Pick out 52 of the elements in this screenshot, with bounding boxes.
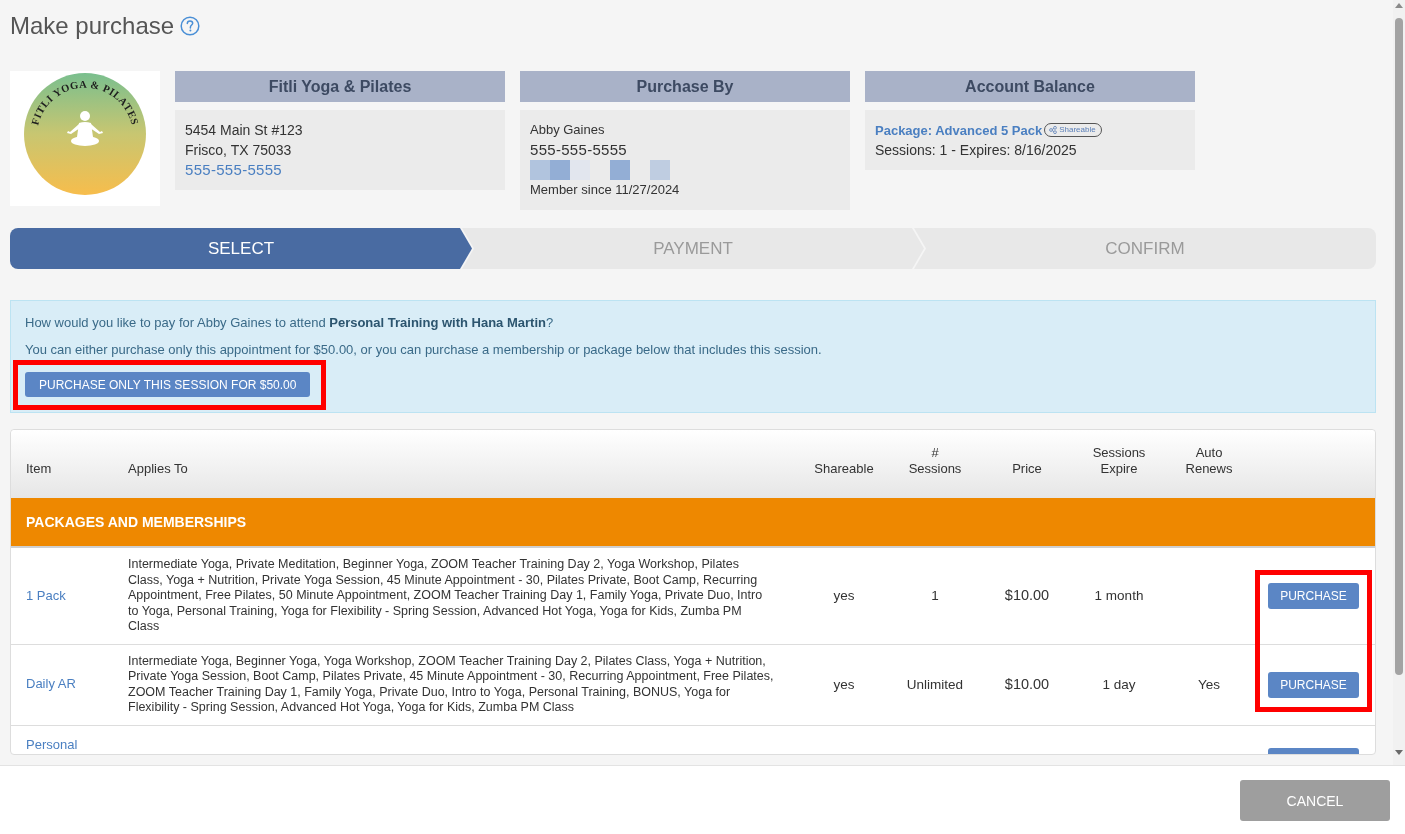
auto-renew-value: Yes: [1198, 676, 1220, 692]
scrollbar-thumb[interactable]: [1395, 18, 1403, 675]
column-header: Applies To: [128, 461, 189, 477]
applies-to-text: Intermediate Yoga, Private Meditation, Beginner Yoga, ZOOM Teacher Training Day 2, Yoga Workshop, Pilates Class, Yoga + Nutrition, Private Yoga Session, 45 Minute Appointment - 30, Pilates Private, Boot Camp, Recurring Appointment, Free Pilates, 50 Minute Appointment, ZOOM Teacher Training Day 1, Family Yoga, Private Duo, Intro to Yoga, Personal Training, Yoga for Flexibility - Spring Session, Advanced Hot Yoga, Yoga for Kids, Zumba PM Class: [128, 557, 764, 635]
share-icon: [1049, 126, 1058, 134]
progress-step: CONFIRM: [914, 228, 1376, 269]
sessions-value: 1: [931, 588, 939, 603]
info-text: Frisco, TX 75033: [185, 141, 293, 160]
card-header: Purchase By: [520, 71, 850, 102]
item-link[interactable]: Daily AR: [26, 676, 76, 692]
shareable-label: Shareable: [1059, 125, 1096, 135]
scroll-down-icon[interactable]: [1395, 750, 1403, 755]
info-text: 555-555-5555: [530, 140, 628, 160]
phone-link[interactable]: 555-555-5555: [185, 160, 282, 180]
cancel-button[interactable]: CANCEL: [1240, 780, 1390, 821]
expiry-value: 1 month: [1094, 588, 1144, 603]
item-link[interactable]: 1 Pack: [26, 587, 66, 603]
column-header: Sessions Expire: [1091, 445, 1147, 477]
column-header: Price: [1012, 461, 1042, 477]
card-header: Account Balance: [865, 71, 1195, 102]
info-text: Member since 11/27/2024: [530, 181, 681, 199]
scrollbar[interactable]: [1393, 0, 1405, 765]
scroll-up-icon[interactable]: [1395, 3, 1403, 8]
purchase-button[interactable]: PURCHASE: [1268, 582, 1359, 609]
help-icon[interactable]: [180, 16, 201, 36]
column-header: Shareable: [814, 461, 874, 477]
column-header: # Sessions: [907, 445, 963, 477]
shareable-value: yes: [833, 588, 855, 603]
info-text: 5454 Main St #123: [185, 121, 304, 140]
shareable-value: yes: [833, 676, 855, 692]
price-value: $10.00: [1004, 675, 1050, 692]
progress-step: PAYMENT: [462, 228, 924, 269]
column-header: Item: [26, 461, 53, 477]
notice-text: You can either purchase only this appointment for $50.00, or you can purchase a membership or package below that includes this session.: [25, 341, 823, 359]
progress-step: SELECT: [10, 228, 472, 269]
expiry-value: 1 day: [1102, 676, 1136, 692]
item-link[interactable]: Personal: [26, 736, 78, 752]
meditation-figure-icon: [67, 111, 103, 146]
info-text: Abby Gaines: [530, 121, 606, 139]
purchase-button[interactable]: PURCHASE: [1268, 671, 1359, 698]
applies-to-text: Intermediate Yoga, Beginner Yoga, Yoga Workshop, ZOOM Teacher Training Day 2, Pilates Class, Yoga + Nutrition, Private Yoga Session, Boot Camp, Pilates Private, 45 Minute Appointment - 30, Recurring Appointment, Free Pilates, ZOOM Teacher Training Day 1, Family Yoga, Private Duo, Intro to Yoga, Personal Training, BONUS, Yoga for Flexibility - Spring Session, Advanced Hot Yoga, Yoga for Kids, Zumba PM Class: [128, 653, 775, 716]
purchase-session-button[interactable]: PURCHASE ONLY THIS SESSION FOR $50.00: [25, 372, 311, 397]
column-header: Auto Renews: [1184, 445, 1234, 477]
purchase-button[interactable]: [1268, 747, 1359, 754]
sessions-value: Unlimited: [906, 676, 964, 692]
package-link[interactable]: Package: Advanced 5 Pack: [875, 122, 1043, 138]
question-text: How would you like to pay for Abby Gaines to attend Personal Training with Hana Martin?: [25, 314, 555, 332]
price-value: $10.00: [1004, 587, 1050, 603]
section-header: PACKAGES AND MEMBERSHIPS: [11, 498, 1375, 548]
info-text: Sessions: 1 - Expires: 8/16/2025: [875, 141, 1078, 160]
card-header: Fitli Yoga & Pilates: [175, 71, 505, 102]
page-title: Make purchase: [10, 11, 175, 41]
